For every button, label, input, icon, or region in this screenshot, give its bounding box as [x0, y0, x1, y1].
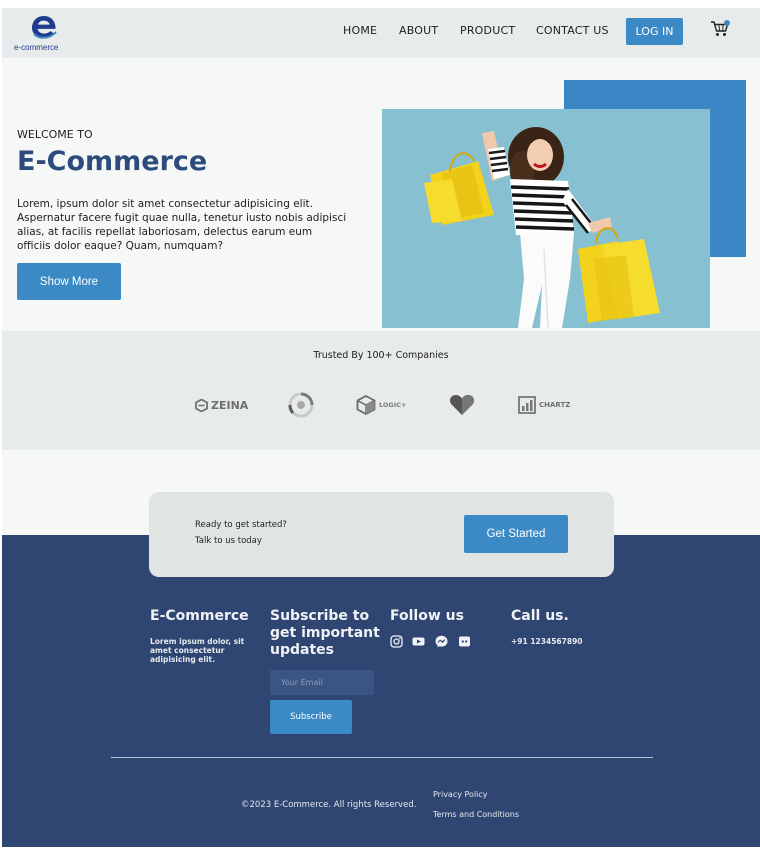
brand-zeina-label: ZEINA	[211, 398, 249, 412]
hero-welcome: WELCOME TO	[17, 128, 93, 141]
footer-call-title: Call us.	[511, 608, 569, 624]
zeina-logo-icon	[195, 398, 208, 412]
instagram-icon[interactable]	[390, 635, 403, 648]
footer-phone[interactable]: +91 1234567890	[511, 637, 583, 646]
brand-chartz-label: CHARTZ	[539, 401, 571, 409]
hero-title: E-Commerce	[17, 146, 208, 177]
footer-follow-title: Follow us	[390, 608, 464, 624]
cta-line-2: Talk to us today	[195, 536, 262, 546]
cart-badge	[724, 20, 730, 26]
get-started-button[interactable]: Get Started	[464, 515, 568, 553]
logo-text: e-commerce	[14, 43, 59, 52]
footer-divider	[111, 757, 653, 758]
brand-logic: LOGIC+	[356, 392, 406, 418]
messenger-icon[interactable]	[435, 635, 448, 648]
shopping-woman-illustration	[382, 109, 710, 328]
hero-image	[382, 109, 710, 328]
nav-home[interactable]: HOME	[343, 24, 377, 37]
footer-brand-text: Lorem ipsum dolor, sit amet consectetur …	[150, 637, 245, 664]
show-more-button[interactable]: Show More	[17, 263, 121, 300]
footer-copyright: ©2023 E-Commerce. All rights Reserved.	[241, 800, 417, 810]
subscribe-button[interactable]: Subscribe	[270, 700, 352, 734]
nav-product[interactable]: PRODUCT	[460, 24, 515, 37]
youtube-icon[interactable]	[412, 635, 425, 648]
logo-e-icon	[32, 16, 57, 39]
cta-line-1: Ready to get started?	[195, 520, 287, 530]
page: e-commerce HOME ABOUT PRODUCT CONTACT US…	[2, 8, 760, 847]
cta-card: Ready to get started? Talk to us today G…	[149, 492, 614, 577]
trusted-section: Trusted By 100+ Companies ZEINA LOGIC+ C…	[2, 331, 760, 450]
privacy-policy-link[interactable]: Privacy Policy	[433, 790, 488, 799]
footer-subscribe-title: Subscribe to get important updates	[270, 608, 380, 658]
hero-description: Lorem, ipsum dolor sit amet consectetur …	[17, 198, 347, 252]
brand-zeina: ZEINA	[195, 392, 248, 418]
trusted-title: Trusted By 100+ Companies	[313, 350, 449, 361]
footer-brand-title: E-Commerce	[150, 608, 249, 624]
cart-button[interactable]	[710, 20, 732, 40]
nav-about[interactable]: ABOUT	[399, 24, 438, 37]
logo[interactable]: e-commerce	[14, 14, 76, 52]
terms-link[interactable]: Terms and Conditions	[433, 810, 519, 819]
brand-circle	[287, 392, 315, 418]
brand-logic-label: LOGIC+	[379, 401, 407, 409]
circle-logo-icon	[288, 392, 314, 418]
site-footer: E-Commerce Lorem ipsum dolor, sit amet c…	[2, 535, 760, 847]
login-button[interactable]: LOG IN	[626, 18, 683, 45]
brand-chartz: CHARTZ	[518, 392, 570, 418]
nav-contact-us[interactable]: CONTACT US	[536, 24, 609, 37]
discord-icon[interactable]	[458, 635, 471, 648]
email-input[interactable]	[270, 670, 374, 695]
brand-heart	[449, 392, 475, 418]
heart-logo-icon	[449, 394, 475, 415]
site-header: e-commerce HOME ABOUT PRODUCT CONTACT US…	[2, 8, 760, 58]
chartz-logo-icon	[518, 396, 536, 414]
logic-cube-icon	[356, 395, 376, 415]
